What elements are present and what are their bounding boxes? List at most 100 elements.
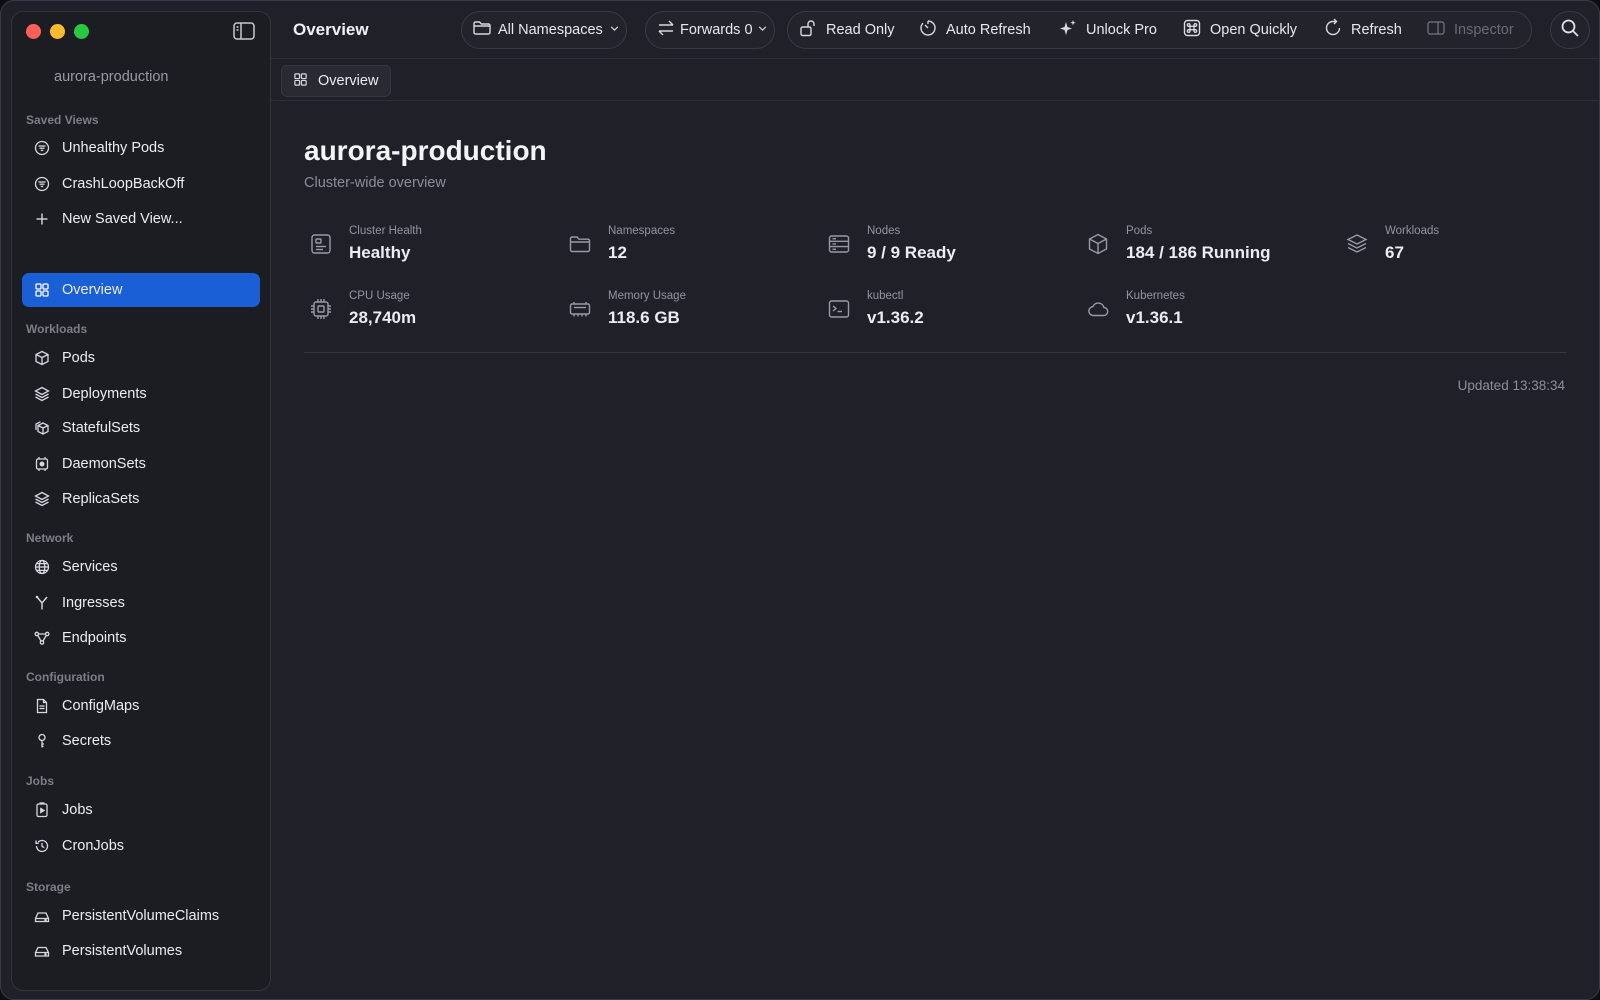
window-controls <box>26 24 89 39</box>
grid-icon <box>293 72 308 91</box>
section-label-storage: Storage <box>26 880 71 894</box>
chevron-down-icon <box>609 22 620 38</box>
sidebar-item-label: ConfigMaps <box>62 698 140 714</box>
page-title: aurora-production <box>304 135 547 166</box>
app-window: aurora-production Saved Views Unhealthy … <box>0 0 1600 1000</box>
folder-icon <box>568 232 592 256</box>
cube-icon <box>1086 232 1110 256</box>
search-button[interactable] <box>1550 11 1590 49</box>
sidebar-item-unhealthy-pods[interactable]: Unhealthy Pods <box>22 131 260 165</box>
refresh-icon <box>1323 18 1343 42</box>
auto-refresh-label: Auto Refresh <box>946 22 1031 38</box>
sidebar-item-daemonsets[interactable]: DaemonSets <box>22 447 260 481</box>
section-label-jobs: Jobs <box>26 774 55 788</box>
cluster-name: aurora-production <box>54 69 169 85</box>
zoom-window-button[interactable] <box>74 24 89 39</box>
server-icon <box>827 232 851 256</box>
inspector-button[interactable]: Inspector <box>1426 18 1514 42</box>
stat-value: v1.36.2 <box>867 308 924 327</box>
nodes-icon <box>22 630 62 646</box>
stat-nodes: Nodes 9 / 9 Ready <box>827 225 956 263</box>
drive-icon <box>22 943 62 959</box>
sidebar-item-label: Endpoints <box>62 630 127 646</box>
minimize-window-button[interactable] <box>50 24 65 39</box>
sidebar-item-statefulsets[interactable]: StatefulSets <box>22 411 260 445</box>
stat-value: 67 <box>1385 243 1404 262</box>
sidebar-item-label: DaemonSets <box>62 456 146 472</box>
stat-pods: Pods 184 / 186 Running <box>1086 225 1271 263</box>
key-icon <box>22 733 62 749</box>
sidebar-item-persistentvolumeclaims[interactable]: PersistentVolumeClaims <box>22 899 260 933</box>
toolbar-title: Overview <box>293 20 369 39</box>
tab-divider <box>271 100 1599 101</box>
stat-value: Healthy <box>349 243 411 262</box>
stat-label: Kubernetes <box>1126 290 1185 302</box>
read-only-button[interactable]: Read Only <box>798 18 895 42</box>
forwards-menu[interactable]: Forwards 0 <box>645 11 775 49</box>
stat-value: 9 / 9 Ready <box>867 243 956 262</box>
sidebar-item-overview[interactable]: Overview <box>22 273 260 307</box>
toolbar-divider <box>271 58 1599 59</box>
sidebar-item-services[interactable]: Services <box>22 550 260 584</box>
unlock-icon <box>798 18 818 42</box>
section-label-configuration: Configuration <box>26 670 105 684</box>
close-window-button[interactable] <box>26 24 41 39</box>
layers-icon <box>1345 232 1369 256</box>
command-icon <box>1182 18 1202 42</box>
drive-link-icon <box>22 908 62 924</box>
stat-workloads: Workloads 67 <box>1345 225 1439 263</box>
sidebar-item-replicasets[interactable]: ReplicaSets <box>22 482 260 516</box>
chevron-down-icon <box>757 22 768 38</box>
open-quickly-button[interactable]: Open Quickly <box>1182 18 1297 42</box>
stacked-cubes-icon <box>22 420 62 436</box>
stat-namespaces: Namespaces 12 <box>568 225 675 263</box>
namespace-selector[interactable]: All Namespaces <box>461 11 627 49</box>
sidebar-item-label: Unhealthy Pods <box>62 140 165 156</box>
sidebar-item-label: CronJobs <box>62 838 125 854</box>
auto-refresh-button[interactable]: Auto Refresh <box>918 18 1031 42</box>
filter-icon <box>22 140 62 156</box>
plus-icon <box>22 211 62 227</box>
stat-cpu-usage: CPU Usage 28,740m <box>309 290 416 328</box>
stat-value: 28,740m <box>349 308 417 327</box>
sidebar-item-label: Ingresses <box>62 595 125 611</box>
sidebar-item-cronjobs[interactable]: CronJobs <box>22 829 260 863</box>
section-label-saved-views: Saved Views <box>26 113 99 127</box>
stat-label: Pods <box>1126 225 1153 237</box>
new-saved-view-button[interactable]: New Saved View... <box>22 202 260 236</box>
health-panel-icon <box>309 232 333 256</box>
read-only-label: Read Only <box>826 22 895 38</box>
sidebar-item-ingresses[interactable]: Ingresses <box>22 586 260 620</box>
toolbar-actions-group: Read Only Auto Refresh Unlock Pro Open Q… <box>787 11 1532 49</box>
open-quickly-label: Open Quickly <box>1210 22 1298 38</box>
unlock-pro-button[interactable]: Unlock Pro <box>1058 18 1157 42</box>
stat-label: Memory Usage <box>608 290 686 302</box>
forwards-label: Forwards 0 <box>680 22 753 38</box>
sidebar-item-pods[interactable]: Pods <box>22 341 260 375</box>
refresh-button[interactable]: Refresh <box>1323 18 1402 42</box>
sidebar-item-label: Deployments <box>62 386 147 402</box>
updated-timestamp: Updated 13:38:34 <box>1457 378 1565 393</box>
sidebar-item-endpoints[interactable]: Endpoints <box>22 621 260 655</box>
content-divider <box>304 352 1567 353</box>
sidebar-item-secrets[interactable]: Secrets <box>22 724 260 758</box>
grid-icon <box>22 282 62 298</box>
search-icon <box>1560 18 1580 43</box>
sidebar-item-jobs[interactable]: Jobs <box>22 793 260 827</box>
folder-icon <box>472 18 492 42</box>
sidebar-toggle-icon[interactable] <box>233 22 255 40</box>
stat-value: v1.36.1 <box>1126 308 1183 327</box>
stat-cluster-health: Cluster Health Healthy <box>309 225 422 263</box>
cube-icon <box>22 350 62 366</box>
tab-overview[interactable]: Overview <box>281 65 392 97</box>
sidebar-item-configmaps[interactable]: ConfigMaps <box>22 689 260 723</box>
sidebar-item-deployments[interactable]: Deployments <box>22 377 260 411</box>
sidebar-item-label: Jobs <box>62 802 93 818</box>
fork-icon <box>22 595 62 611</box>
sidebar-item-persistentvolumes[interactable]: PersistentVolumes <box>22 934 260 968</box>
play-doc-icon <box>22 802 62 818</box>
sidebar-item-crashloopbackoff[interactable]: CrashLoopBackOff <box>22 167 260 201</box>
refresh-label: Refresh <box>1351 22 1402 38</box>
stat-label: CPU Usage <box>349 290 410 302</box>
sidebar-item-label: ReplicaSets <box>62 491 140 507</box>
